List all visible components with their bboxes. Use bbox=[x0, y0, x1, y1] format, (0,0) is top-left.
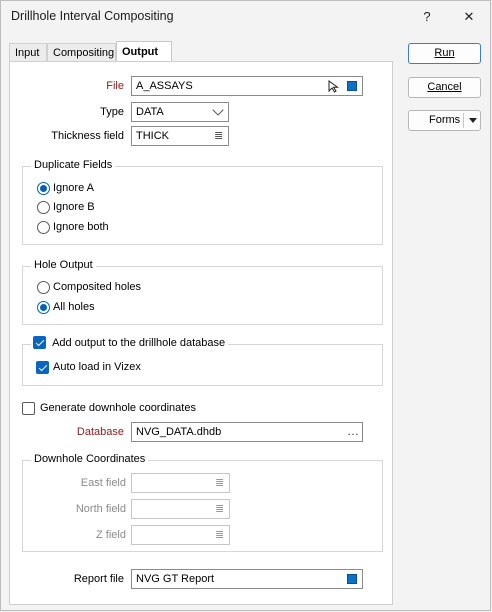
north-field-label: North field bbox=[75, 503, 126, 515]
cancel-button-label: Cancel bbox=[427, 81, 462, 93]
file-label: File bbox=[106, 80, 124, 92]
duplicate-fields-title: Duplicate Fields bbox=[31, 159, 116, 171]
ignore-both-label: Ignore both bbox=[53, 221, 109, 233]
generate-coords-checkbox[interactable] bbox=[22, 402, 35, 415]
all-holes-label: All holes bbox=[53, 301, 95, 313]
east-field-input[interactable]: ≣ bbox=[131, 473, 230, 493]
type-select[interactable]: DATA bbox=[131, 102, 229, 122]
ignore-a-radio[interactable] bbox=[37, 182, 50, 195]
duplicate-fields-group: Duplicate Fields Ignore A Ignore B Ignor… bbox=[22, 159, 383, 245]
file-browse-icon[interactable] bbox=[347, 81, 357, 91]
help-button[interactable]: ? bbox=[417, 7, 437, 27]
file-input[interactable]: A_ASSAYS bbox=[131, 76, 363, 96]
list-icon[interactable]: ≣ bbox=[215, 529, 224, 541]
dialog-window: Drillhole Interval Compositing ? ✕ Input… bbox=[0, 0, 491, 611]
auto-load-label: Auto load in Vizex bbox=[53, 361, 141, 373]
run-button-label: Run bbox=[434, 47, 455, 59]
generate-coords-label: Generate downhole coordinates bbox=[40, 402, 196, 414]
auto-load-checkbox[interactable] bbox=[36, 361, 49, 374]
drillhole-output-group: Add output to the drillhole database Aut… bbox=[22, 336, 383, 386]
dropdown-arrow-icon[interactable] bbox=[469, 118, 477, 123]
database-value: NVG_DATA.dhdb bbox=[136, 426, 222, 438]
run-button[interactable]: Run bbox=[408, 43, 481, 64]
tab-compositing[interactable]: Compositing bbox=[47, 43, 116, 61]
report-file-input[interactable]: NVG GT Report bbox=[131, 569, 363, 589]
composited-holes-label: Composited holes bbox=[53, 281, 142, 293]
thickness-label: Thickness field bbox=[51, 130, 124, 142]
forms-button-label: Forms bbox=[429, 114, 461, 126]
all-holes-radio[interactable] bbox=[37, 301, 50, 314]
database-label: Database bbox=[76, 426, 124, 438]
browse-icon[interactable]: … bbox=[347, 422, 359, 440]
thickness-input[interactable]: THICK ≣ bbox=[131, 126, 229, 146]
window-title: Drillhole Interval Compositing bbox=[11, 9, 174, 23]
type-value: DATA bbox=[136, 106, 164, 118]
ignore-both-radio[interactable] bbox=[37, 221, 50, 234]
hole-output-title: Hole Output bbox=[31, 259, 96, 271]
forms-divider bbox=[463, 113, 464, 128]
add-output-label: Add output to the drillhole database bbox=[52, 337, 226, 350]
ignore-b-radio[interactable] bbox=[37, 201, 50, 214]
add-output-title: Add output to the drillhole database bbox=[31, 336, 229, 350]
list-icon[interactable]: ≣ bbox=[215, 477, 224, 489]
north-field-input[interactable]: ≣ bbox=[131, 499, 230, 519]
report-file-value: NVG GT Report bbox=[136, 573, 215, 585]
list-icon[interactable]: ≣ bbox=[215, 503, 224, 515]
hole-output-group: Hole Output Composited holes All holes bbox=[22, 259, 383, 325]
east-field-label: East field bbox=[80, 477, 126, 489]
thickness-value: THICK bbox=[136, 130, 169, 142]
output-panel: File A_ASSAYS Type DATA Thickness field … bbox=[9, 61, 393, 605]
downhole-coordinates-group: Downhole Coordinates East field ≣ North … bbox=[22, 453, 383, 552]
close-button[interactable]: ✕ bbox=[459, 7, 479, 27]
ignore-b-label: Ignore B bbox=[53, 201, 95, 213]
database-input[interactable]: NVG_DATA.dhdb … bbox=[131, 422, 363, 442]
z-field-label: Z field bbox=[96, 529, 126, 541]
title-bar: Drillhole Interval Compositing ? ✕ bbox=[1, 1, 490, 33]
forms-button[interactable]: Forms bbox=[408, 110, 481, 131]
downhole-coordinates-title: Downhole Coordinates bbox=[31, 453, 149, 465]
add-output-checkbox[interactable] bbox=[33, 336, 46, 349]
cancel-button[interactable]: Cancel bbox=[408, 77, 481, 98]
ignore-a-label: Ignore A bbox=[53, 182, 94, 194]
composited-holes-radio[interactable] bbox=[37, 281, 50, 294]
report-file-label: Report file bbox=[73, 573, 124, 585]
list-icon[interactable]: ≣ bbox=[214, 130, 223, 142]
report-browse-icon[interactable] bbox=[347, 574, 357, 584]
type-label: Type bbox=[100, 106, 124, 118]
file-value: A_ASSAYS bbox=[136, 80, 193, 92]
tab-output[interactable]: Output bbox=[116, 41, 172, 63]
chevron-down-icon bbox=[212, 104, 224, 116]
z-field-input[interactable]: ≣ bbox=[131, 525, 230, 545]
pointer-icon[interactable] bbox=[327, 80, 340, 93]
tab-input[interactable]: Input bbox=[9, 43, 47, 61]
